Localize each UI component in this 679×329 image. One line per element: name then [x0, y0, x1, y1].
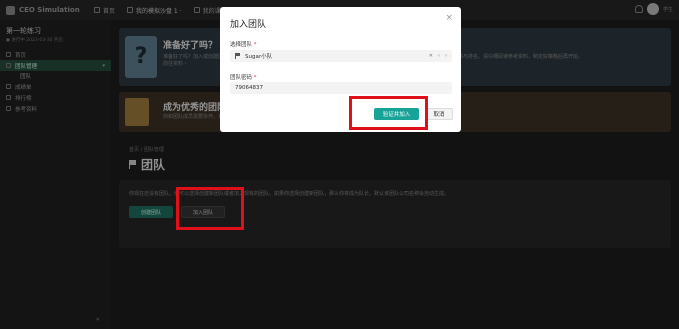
password-value: 79064837	[235, 85, 263, 91]
select-controls: ✕ ‹ ›	[429, 53, 447, 59]
cancel-label: 取消	[433, 112, 445, 118]
flag-icon	[235, 53, 241, 59]
required-mark: *	[253, 75, 257, 81]
cancel-button[interactable]: 取消	[425, 108, 453, 120]
highlight-box-confirm	[349, 96, 428, 130]
chevron-right-icon[interactable]: ›	[445, 53, 447, 59]
close-icon[interactable]: ×	[445, 13, 453, 23]
password-label: 团队密码 *	[230, 73, 257, 81]
password-field[interactable]: 79064837	[230, 82, 452, 94]
password-label-text: 团队密码	[230, 75, 253, 81]
required-mark: *	[253, 42, 257, 48]
highlight-box-join	[176, 187, 244, 230]
team-select-value: Sugar小队	[245, 54, 273, 60]
chevron-left-icon[interactable]: ‹	[438, 53, 440, 59]
dialog-title: 加入团队	[230, 20, 267, 30]
team-select-label: 选择团队 *	[230, 40, 257, 48]
team-select-label-text: 选择团队	[230, 42, 253, 48]
team-select[interactable]: Sugar小队 ✕ ‹ ›	[230, 50, 452, 62]
clear-icon[interactable]: ✕	[429, 53, 433, 59]
